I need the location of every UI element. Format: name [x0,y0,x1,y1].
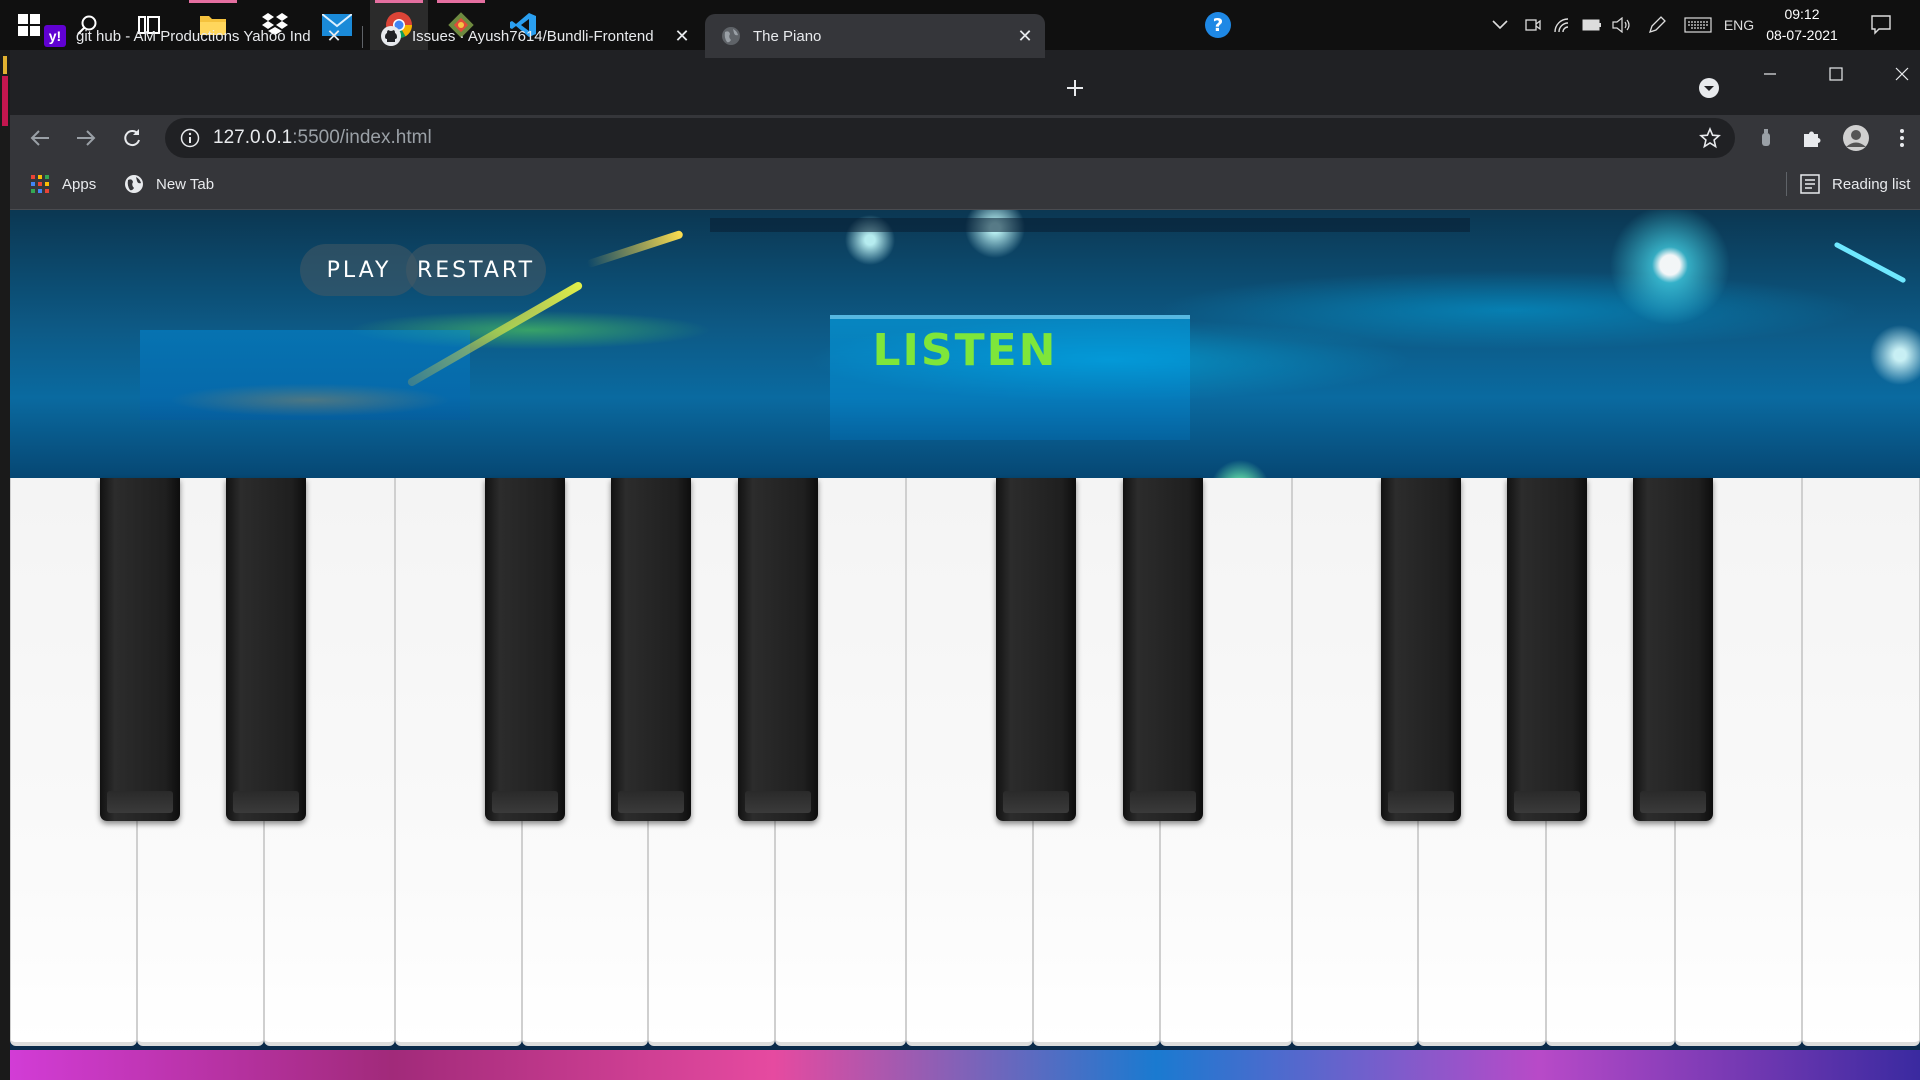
arrow-right-icon [77,130,96,146]
black-key[interactable] [1381,478,1461,821]
globe-icon [722,27,740,45]
bookmarks-divider [1786,172,1787,196]
bookmark-new-tab-label: New Tab [156,175,215,193]
close-tab-icon[interactable]: ✕ [324,26,344,46]
language-label: ENG [1723,17,1755,33]
new-tab-button[interactable] [1057,70,1093,106]
network-tray-icon[interactable] [1551,0,1573,50]
maximize-button[interactable] [1818,56,1854,92]
black-key[interactable] [226,478,306,821]
tab-github-issues[interactable]: Issues · Ayush7614/Bundli-Frontend ✕ [364,14,702,58]
show-hidden-icons-button[interactable] [1488,0,1512,50]
reload-button[interactable] [114,120,150,156]
extension-icon [1762,129,1770,146]
restart-button[interactable]: RESTART [406,244,546,296]
maximize-icon [1829,67,1843,81]
chevron-down-icon [1699,78,1719,98]
apps-grid-icon [31,175,49,193]
more-vert-icon [1900,129,1904,147]
yahoo-icon: y! [44,25,66,47]
arrow-left-icon [30,130,49,146]
reading-list-button[interactable]: Reading list [1800,174,1910,194]
black-key[interactable] [738,478,818,821]
black-key[interactable] [611,478,691,821]
help-tray-button[interactable]: ? [1200,0,1236,50]
tab-title: Issues · Ayush7614/Bundli-Frontend [412,27,654,45]
svg-text:?: ? [1213,15,1223,36]
bookmark-new-tab[interactable]: New Tab [124,174,214,194]
piano-keyboard [10,478,1920,1050]
camera-icon [1525,19,1541,31]
forward-button[interactable] [68,120,104,156]
minimize-button[interactable] [1752,56,1788,92]
close-tab-icon[interactable]: ✕ [1015,26,1035,46]
battery-tray-icon[interactable] [1580,0,1604,50]
bookmark-apps-label: Apps [62,175,97,193]
bookmark-apps[interactable]: Apps [30,174,96,194]
close-icon [1895,67,1909,81]
speaker-icon [1612,17,1630,33]
battery-icon [1582,19,1601,31]
help-icon: ? [1205,12,1231,38]
window-edge [0,50,10,1080]
minimize-icon [1764,73,1776,75]
page-content: PLAY RESTART LISTEN [10,210,1920,1080]
background-strip [10,1050,1920,1080]
info-icon [180,128,200,148]
close-tab-icon[interactable]: ✕ [672,26,692,46]
tab-the-piano[interactable]: The Piano ✕ [705,14,1045,58]
chevron-up-icon [1492,20,1508,30]
white-key[interactable] [1802,478,1920,1046]
concert-background-image: PLAY RESTART LISTEN [10,210,1920,478]
black-key[interactable] [1633,478,1713,821]
avatar-icon [1843,125,1869,151]
pen-icon [1648,16,1666,34]
extension-button[interactable] [1748,120,1784,156]
clock-date: 08-07-2021 [1766,27,1838,43]
action-center-button[interactable] [1866,0,1896,50]
reading-list-label: Reading list [1832,175,1911,193]
black-key[interactable] [1507,478,1587,821]
keyboard-icon [1684,17,1712,33]
tab-search-button[interactable] [1691,70,1727,106]
url-text[interactable]: 127.0.0.1:5500/index.html [213,127,432,149]
play-button[interactable]: PLAY [300,244,418,296]
url-path: :5500/index.html [292,127,432,148]
language-indicator[interactable]: ENG [1722,0,1756,50]
plus-icon [1067,80,1083,96]
browser-menu-button[interactable] [1884,120,1920,156]
tab-yahoo[interactable]: y! git hub - AM Productions Yahoo Ind ✕ [28,14,354,58]
puzzle-icon [1804,131,1821,147]
meet-now-tray-icon[interactable] [1522,0,1544,50]
tab-title: The Piano [753,27,822,45]
tab-title: git hub - AM Productions Yahoo Ind [76,27,311,45]
bookmarks-bar [10,160,1920,210]
reading-list-icon [1800,174,1820,194]
black-key[interactable] [485,478,565,821]
close-window-button[interactable] [1884,56,1920,92]
pen-tray-icon[interactable] [1645,0,1669,50]
notification-icon [1871,15,1891,35]
volume-tray-icon[interactable] [1610,0,1634,50]
listen-heading: LISTEN [872,325,1058,376]
black-key[interactable] [100,478,180,821]
back-button[interactable] [22,120,58,156]
extensions-menu-button[interactable] [1794,120,1830,156]
touch-keyboard-tray-icon[interactable] [1683,0,1713,50]
reload-icon [124,129,140,147]
black-key[interactable] [1123,478,1203,821]
bookmark-star-button[interactable] [1692,120,1728,156]
star-icon [1699,127,1721,149]
globe-icon [125,175,143,193]
url-host: 127.0.0.1 [213,127,293,148]
site-info-button[interactable] [172,120,208,156]
clock-time: 09:12 [1784,6,1820,22]
github-icon [381,26,401,46]
black-key[interactable] [996,478,1076,821]
wifi-icon [1554,18,1569,33]
clock[interactable]: 09:12 08-07-2021 [1760,4,1844,46]
profile-button[interactable] [1838,120,1874,156]
